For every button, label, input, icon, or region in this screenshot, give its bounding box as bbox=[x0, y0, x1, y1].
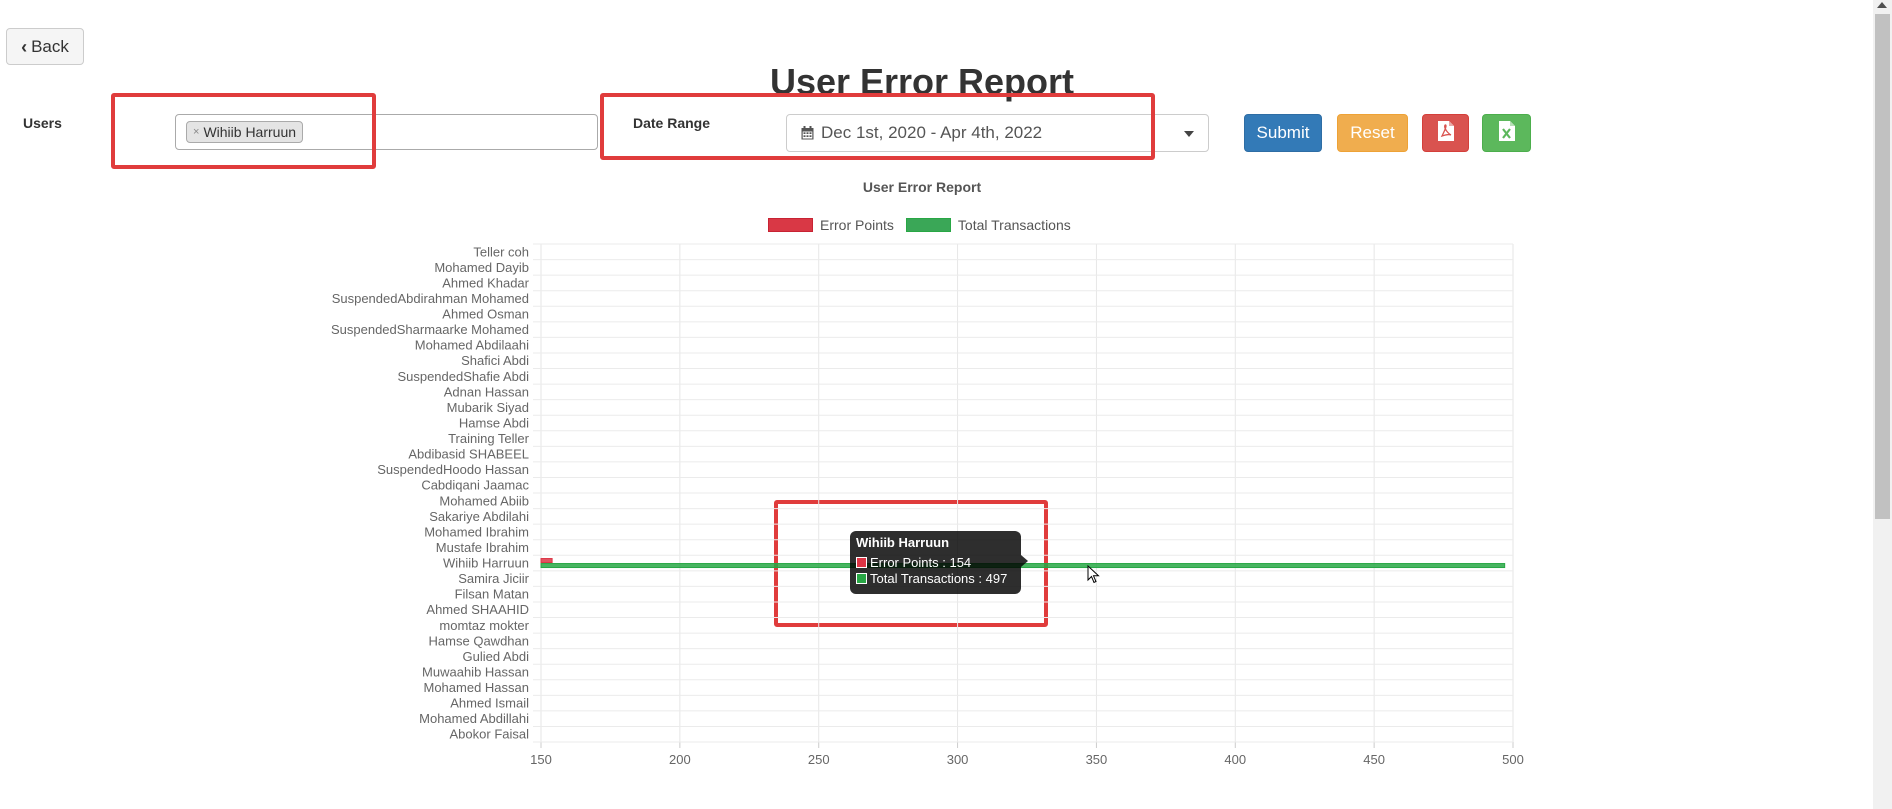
x-tick-label: 400 bbox=[1224, 752, 1246, 767]
y-category-label: SuspendedShafie Abdi bbox=[397, 369, 529, 384]
mouse-cursor-icon bbox=[1087, 564, 1100, 589]
x-tick-label: 350 bbox=[1086, 752, 1108, 767]
y-category-label: Adnan Hassan bbox=[444, 384, 529, 399]
y-category-label: Ahmed Osman bbox=[442, 307, 529, 322]
y-category-label: Ahmed Khadar bbox=[442, 275, 529, 290]
x-tick-label: 500 bbox=[1502, 752, 1524, 767]
bar-error-points bbox=[540, 558, 553, 564]
tooltip-title: Wihiib Harruun bbox=[856, 535, 950, 550]
chart-tooltip: Wihiib Harruun Error Points : 154 Total … bbox=[850, 531, 1028, 594]
tooltip-error-points: Error Points : 154 bbox=[870, 554, 972, 570]
y-category-label: SuspendedAbdirahman Mohamed bbox=[332, 291, 529, 306]
y-category-label: SuspendedSharmaarke Mohamed bbox=[331, 322, 529, 337]
tooltip-total-transactions: Total Transactions : 497 bbox=[870, 570, 1008, 586]
tooltip-row-error-points: Error Points : 154 bbox=[856, 554, 1015, 570]
y-category-label: Mubarik Siyad bbox=[447, 400, 529, 415]
y-category-label: Mohamed Abiib bbox=[439, 493, 529, 508]
y-category-label: Training Teller bbox=[448, 431, 530, 446]
y-category-label: Samira Jiciir bbox=[458, 571, 529, 586]
tooltip-arrow bbox=[1021, 555, 1028, 567]
y-category-label: Shafici Abdi bbox=[461, 353, 529, 368]
scroll-up-icon[interactable] bbox=[1877, 2, 1887, 8]
y-category-label: Hamse Qawdhan bbox=[429, 633, 529, 648]
x-tick-label: 250 bbox=[808, 752, 830, 767]
y-category-label: Ahmed Ismail bbox=[450, 696, 529, 711]
y-category-label: momtaz mokter bbox=[439, 618, 529, 633]
tooltip-swatch-total-transactions bbox=[856, 572, 867, 584]
y-category-label: Hamse Abdi bbox=[459, 415, 529, 430]
y-category-label: Mohamed Hassan bbox=[424, 680, 530, 695]
y-category-label: Abdibasid SHABEEL bbox=[408, 447, 529, 462]
y-category-label: Muwaahib Hassan bbox=[422, 664, 529, 679]
page-scrollbar-thumb[interactable] bbox=[1875, 14, 1890, 519]
x-tick-label: 450 bbox=[1363, 752, 1385, 767]
x-tick-label: 300 bbox=[947, 752, 969, 767]
y-category-label: Mustafe Ibrahim bbox=[436, 540, 529, 555]
y-category-label: Abokor Faisal bbox=[450, 727, 530, 742]
y-category-label: Cabdiqani Jaamac bbox=[421, 478, 529, 493]
bar-chart: 150 200 250 300 350 400 450 500Teller cohMohame… bbox=[331, 243, 1524, 767]
y-category-label: Mohamed Dayib bbox=[434, 260, 529, 275]
x-tick-label: 200 bbox=[669, 752, 691, 767]
x-tick-label: 150 bbox=[530, 752, 552, 767]
y-category-label: Filsan Matan bbox=[455, 587, 529, 602]
y-category-label: Wihiib Harruun bbox=[443, 556, 529, 571]
y-category-label: Ahmed SHAAHID bbox=[426, 602, 529, 617]
y-category-label: Teller coh bbox=[473, 244, 529, 259]
tooltip-swatch-error-points bbox=[856, 556, 867, 568]
y-category-label: Mohamed Ibrahim bbox=[424, 524, 529, 539]
tooltip-row-total-transactions: Total Transactions : 497 bbox=[856, 570, 1015, 586]
y-category-label: Sakariye Abdilahi bbox=[429, 509, 529, 524]
y-category-label: Gulied Abdi bbox=[463, 649, 530, 664]
y-category-label: SuspendedHoodo Hassan bbox=[377, 462, 529, 477]
y-category-label: Mohamed Abdilaahi bbox=[415, 338, 529, 353]
y-category-label: Mohamed Abdillahi bbox=[419, 711, 529, 726]
